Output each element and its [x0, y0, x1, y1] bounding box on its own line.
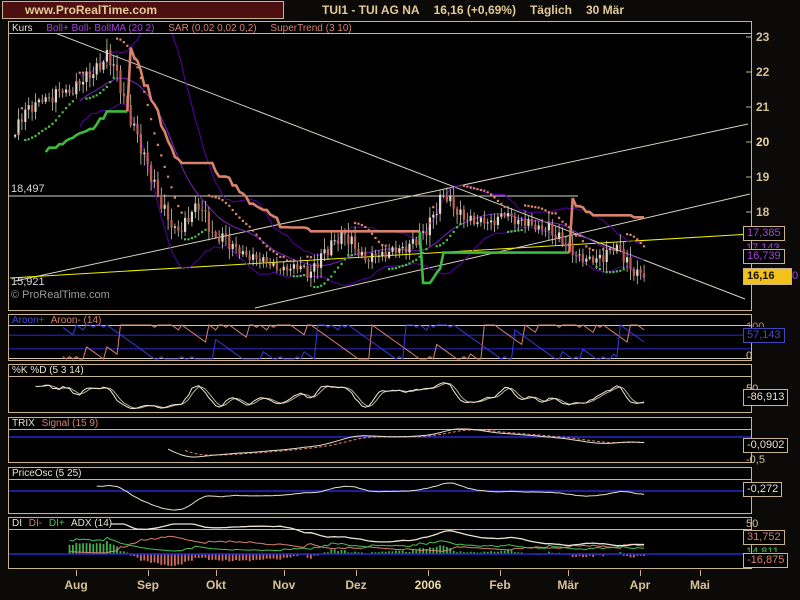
month-label-Mär: Mär: [546, 578, 590, 592]
trend-line-2: [255, 194, 750, 308]
sar-dots-down: [17, 38, 645, 263]
supertrend-support-line: [46, 111, 128, 152]
month-label-Aug: Aug: [54, 578, 98, 592]
month-tick-2006: [428, 570, 429, 576]
month-tick-Feb: [500, 570, 501, 576]
date-label: 30 Mär: [586, 3, 624, 17]
month-label-Feb: Feb: [478, 578, 522, 592]
month-tick-Okt: [216, 570, 217, 576]
price-axis-label-23: 23: [756, 30, 769, 44]
month-label-Nov: Nov: [262, 578, 306, 592]
readout-16739: 16,739: [743, 249, 785, 264]
watermark: © ProRealTime.com: [11, 289, 110, 301]
level-label-18497: 18,497: [11, 183, 45, 195]
trix-chart-area[interactable]: [9, 418, 751, 462]
prorealtime-site-link[interactable]: www.ProRealTime.com: [2, 1, 284, 19]
readout-86913: -86,913: [743, 389, 788, 406]
price-axis-label-20: 20: [756, 135, 769, 149]
price-axis-label-18: 18: [756, 205, 769, 219]
readout-17143: 17,143: [743, 242, 783, 248]
readout-16875: -16,875: [743, 553, 788, 568]
readout-1616: 16,16: [743, 268, 792, 285]
month-tick-Apr: [640, 570, 641, 576]
priceosc-chart-area[interactable]: [9, 468, 751, 513]
supertrend-support-line: [420, 231, 570, 283]
priceosc-line: [97, 483, 644, 510]
readout-05: -0,5: [743, 454, 768, 467]
month-tick-Sep: [148, 570, 149, 576]
aroon-minus-line: [63, 325, 644, 359]
month-label-Dez: Dez: [334, 578, 378, 592]
aroon-plus-line: [63, 325, 644, 359]
trix-signal-line: [185, 430, 644, 455]
readout-00902: -0,0902: [743, 438, 788, 453]
aroon-chart-area[interactable]: [9, 315, 751, 360]
symbol-label: TUI1 - TUI AG NA: [322, 3, 420, 17]
candle-bodies-up: [14, 50, 638, 278]
readout-0272: -0,272: [743, 482, 782, 497]
month-tick-Nov: [284, 570, 285, 576]
level-label-15921: 15,921: [11, 276, 45, 288]
readout-17385: 17,385: [743, 226, 785, 241]
prorealtime-window: www.ProRealTime.com TUI1 - TUI AG NA 16,1…: [0, 0, 800, 600]
chart-title-bar: TUI1 - TUI AG NA 16,16 (+0,69%) Täglich 30 …: [322, 3, 638, 17]
di-adx-chart-area[interactable]: [9, 518, 751, 568]
month-label-2006: 2006: [406, 578, 450, 592]
month-tick-Aug: [76, 570, 77, 576]
readout-31752: 31,752: [743, 530, 785, 545]
readout-57143: 57,143: [743, 328, 785, 343]
price-axis-label-22: 22: [756, 65, 769, 79]
month-tick-Mai: [700, 570, 701, 576]
price-chart-area[interactable]: [9, 34, 751, 310]
price-axis-label-21: 21: [756, 100, 769, 114]
di-histogram-down: [131, 554, 644, 566]
adx-line: [110, 524, 644, 546]
timeframe-label: Täglich: [530, 3, 572, 17]
month-tick-Dez: [356, 570, 357, 576]
readout-100: 100: [743, 321, 767, 327]
trix-line: [168, 429, 644, 457]
stoch-chart-area[interactable]: [9, 365, 751, 412]
candle-bodies-down: [21, 50, 645, 278]
bollinger-upper-line: [80, 34, 644, 255]
readout-0: 0: [743, 350, 755, 359]
month-label-Apr: Apr: [618, 578, 662, 592]
price-axis-label-19: 19: [756, 170, 769, 184]
month-label-Okt: Okt: [194, 578, 238, 592]
month-label-Mai: Mai: [678, 578, 722, 592]
month-tick-Mär: [568, 570, 569, 576]
last-quote: 16,16 (+0,69%): [434, 3, 516, 17]
month-label-Sep: Sep: [126, 578, 170, 592]
readout-14811: 14,811: [743, 546, 782, 552]
